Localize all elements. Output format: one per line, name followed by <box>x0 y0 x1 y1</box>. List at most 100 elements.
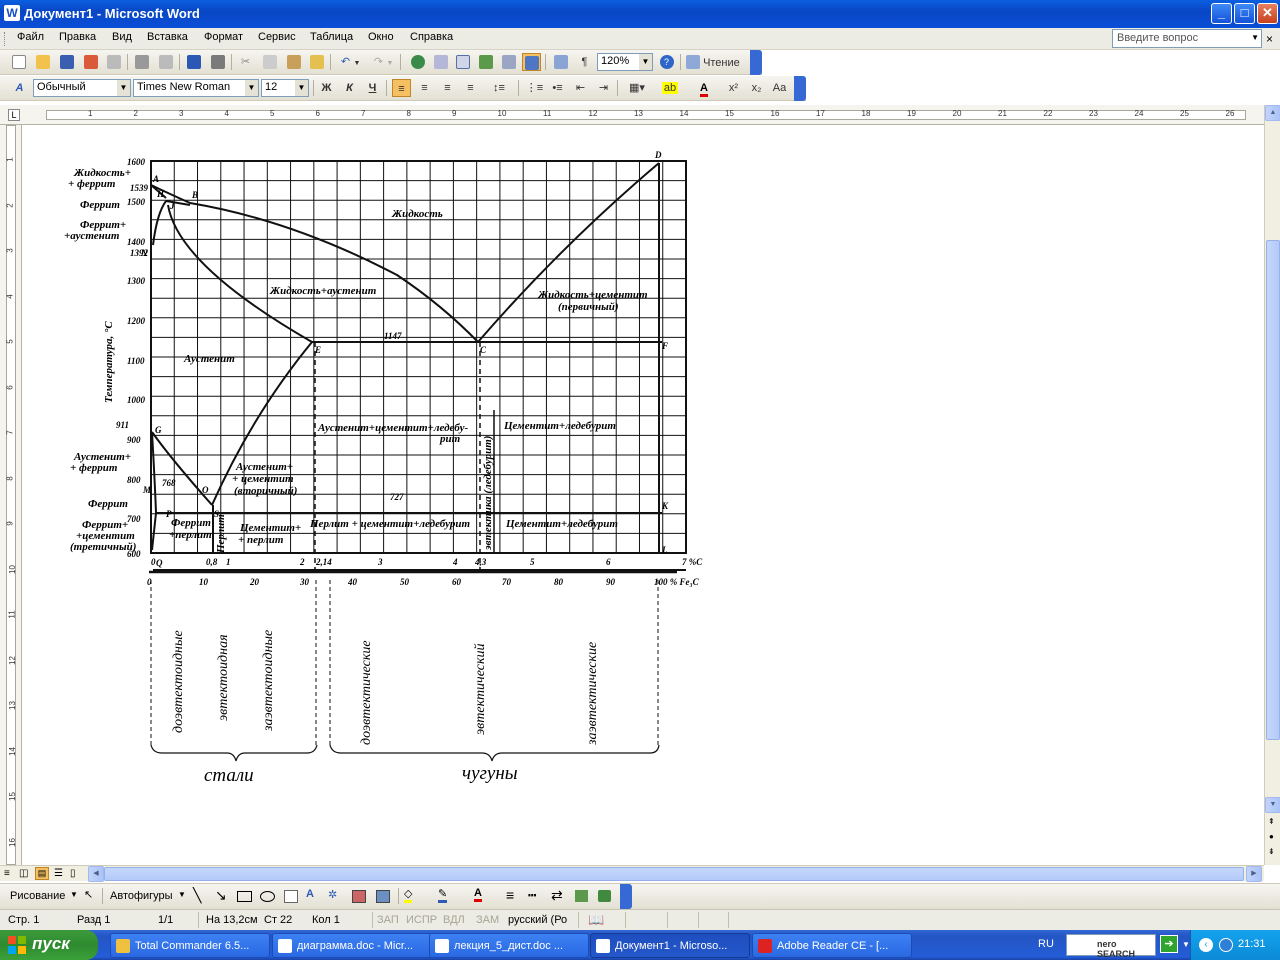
line-color-icon[interactable]: ✎ <box>438 887 448 903</box>
maximize-button[interactable]: □ <box>1234 3 1255 24</box>
chevron-down-icon[interactable]: ▼ <box>245 80 258 96</box>
insert-table-icon[interactable] <box>453 53 472 71</box>
minimize-button[interactable]: _ <box>1211 3 1232 24</box>
menu-help[interactable]: Справка <box>410 31 453 43</box>
status-ext[interactable]: ВДЛ <box>443 914 465 926</box>
line-spacing-icon[interactable]: ↕≡ <box>486 79 512 97</box>
reading-view-icon[interactable]: ▯ <box>70 868 76 879</box>
change-case-icon[interactable]: Aa <box>770 79 789 97</box>
decrease-indent-icon[interactable]: ⇤ <box>571 79 590 97</box>
align-left-icon[interactable]: ≡ <box>392 79 411 97</box>
reading-layout-button[interactable]: Чтение <box>686 53 748 71</box>
superscript-icon[interactable]: x² <box>724 79 743 97</box>
status-trk[interactable]: ИСПР <box>406 914 437 926</box>
oval-icon[interactable] <box>260 891 275 902</box>
rectangle-icon[interactable] <box>237 891 252 902</box>
increase-indent-icon[interactable]: ⇥ <box>594 79 613 97</box>
tab-selector-icon[interactable]: L <box>8 109 20 121</box>
tables-borders-icon[interactable] <box>431 53 450 71</box>
insert-excel-icon[interactable] <box>476 53 495 71</box>
iron-carbon-diagram[interactable]: 1600150014001300120011001000900800700600… <box>22 125 1264 865</box>
select-objects-icon[interactable]: ↖ <box>84 888 93 901</box>
menu-view[interactable]: Вид <box>112 31 132 43</box>
align-right-icon[interactable]: ≡ <box>438 79 457 97</box>
undo-dropdown-icon[interactable]: ▼ <box>352 53 362 71</box>
word-app-icon[interactable]: W <box>4 5 20 21</box>
fill-color-icon[interactable]: ◇ <box>404 887 413 903</box>
dash-style-icon[interactable]: ┅ <box>528 887 536 904</box>
line-icon[interactable]: ╲ <box>193 887 201 904</box>
borders-icon[interactable]: ▦▾ <box>623 79 651 97</box>
menu-format[interactable]: Формат <box>204 31 243 43</box>
research-icon[interactable] <box>208 53 227 71</box>
justify-icon[interactable]: ≡ <box>461 79 480 97</box>
horizontal-scroll-thumb[interactable] <box>104 867 1244 881</box>
nero-go-icon[interactable]: ➔ <box>1160 935 1178 953</box>
print-icon[interactable] <box>132 53 151 71</box>
scroll-down-icon[interactable]: ▼ <box>1265 797 1280 813</box>
spelling-status-icon[interactable]: 📖 <box>588 912 604 928</box>
scroll-right-icon[interactable]: ▶ <box>1246 866 1262 882</box>
columns-icon[interactable] <box>499 53 518 71</box>
help-search-input[interactable]: Введите вопрос ▼ <box>1112 29 1262 48</box>
help-icon[interactable]: ? <box>657 53 676 71</box>
toolbar-options-chevron[interactable] <box>794 76 806 101</box>
style-select[interactable]: Обычный ▼ <box>33 79 131 97</box>
menu-grip[interactable] <box>4 32 7 46</box>
scroll-left-icon[interactable]: ◀ <box>88 866 104 882</box>
menu-table[interactable]: Таблица <box>310 31 353 43</box>
save-icon[interactable] <box>57 53 76 71</box>
paste-icon[interactable] <box>284 53 303 71</box>
spelling-icon[interactable] <box>184 53 203 71</box>
email-icon[interactable] <box>104 53 123 71</box>
menu-tools[interactable]: Сервис <box>258 31 296 43</box>
task-adobe-reader[interactable]: Adobe Reader CE - [... <box>752 933 912 958</box>
subscript-icon[interactable]: x₂ <box>747 79 766 97</box>
close-button[interactable]: ✕ <box>1257 3 1278 24</box>
tray-expand-icon[interactable]: ‹ <box>1199 938 1213 952</box>
open-folder-icon[interactable] <box>33 53 52 71</box>
print-preview-icon[interactable] <box>156 53 175 71</box>
clipart-icon[interactable] <box>352 890 366 903</box>
chevron-down-icon[interactable]: ▼ <box>1251 33 1259 42</box>
scroll-up-icon[interactable]: ▲ <box>1265 105 1280 121</box>
status-ovr[interactable]: ЗАМ <box>476 914 499 926</box>
browse-object-icon[interactable]: ● <box>1269 832 1274 841</box>
cut-icon[interactable]: ✂ <box>236 53 255 71</box>
zoom-select[interactable]: 120% ▼ <box>597 53 653 71</box>
previous-page-icon[interactable]: ⇞ <box>1268 817 1275 826</box>
task-total-commander[interactable]: Total Commander 6.5... <box>110 933 270 958</box>
chevron-down-icon[interactable]: ▼ <box>178 890 186 899</box>
font-select[interactable]: Times New Roman ▼ <box>133 79 259 97</box>
nero-search-box[interactable]: nero SEARCH <box>1066 934 1156 959</box>
permission-icon[interactable] <box>81 53 100 71</box>
diagram-icon[interactable]: ✲ <box>328 888 337 901</box>
toolbar-options-chevron[interactable] <box>620 884 632 909</box>
menu-window[interactable]: Окно <box>368 31 394 43</box>
line-style-icon[interactable]: ≡ <box>506 887 514 903</box>
font-color-icon[interactable]: A <box>474 887 482 902</box>
language-indicator[interactable]: RU <box>1038 938 1054 950</box>
align-center-icon[interactable]: ≡ <box>415 79 434 97</box>
copy-icon[interactable] <box>260 53 279 71</box>
font-color-icon[interactable]: A <box>690 79 718 97</box>
3d-style-icon[interactable] <box>598 890 611 902</box>
redo-dropdown-icon[interactable]: ▼ <box>385 53 395 71</box>
print-layout-icon[interactable]: ▤ <box>35 867 49 880</box>
vertical-scroll-thumb[interactable] <box>1266 240 1280 740</box>
autoshapes-menu[interactable]: Автофигуры <box>110 890 173 902</box>
drawing-menu[interactable]: Рисование <box>10 890 65 902</box>
task-lecture-doc[interactable]: лекция_5_дист.doc ... <box>429 933 589 958</box>
vertical-scrollbar[interactable]: ▲ ▼ ⇞ ● ⇟ <box>1264 105 1280 865</box>
start-button[interactable]: пуск <box>0 930 98 960</box>
next-page-icon[interactable]: ⇟ <box>1268 847 1275 856</box>
arrow-icon[interactable]: ↘ <box>215 887 227 904</box>
horizontal-ruler[interactable]: L 1 2 3 4 5 6 7 8 9 10 11 12 13 14 15 16 17 18 19 20 21 22 23 2… <box>0 105 1264 125</box>
horizontal-scrollbar[interactable]: ≡ ◫ ▤ ☰ ▯ ◀ ▶ <box>0 865 1264 882</box>
toolbar-options-chevron[interactable] <box>750 50 762 75</box>
format-painter-icon[interactable] <box>307 53 326 71</box>
wordart-icon[interactable]: A <box>306 888 314 900</box>
document-map-icon[interactable] <box>551 53 570 71</box>
network-icon[interactable] <box>1219 938 1233 952</box>
chevron-down-icon[interactable]: ▼ <box>639 54 652 70</box>
